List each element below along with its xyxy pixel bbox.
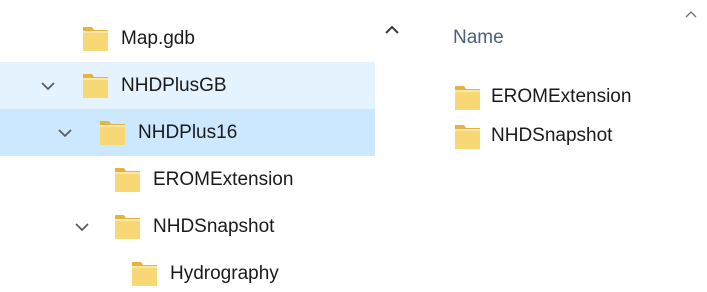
tree-item-eromextension[interactable]: EROMExtension: [0, 156, 375, 203]
tree-item-label: Hydrography: [170, 263, 279, 284]
tree-item-label: NHDPlus16: [138, 122, 238, 143]
tree-item-hydrography[interactable]: Hydrography: [0, 250, 375, 292]
folder-icon: [114, 212, 141, 240]
navigation-pane[interactable]: Map.gdb NHDPlusGB NHDPlus16 EROMExtensio…: [0, 0, 375, 292]
folder-icon: [114, 165, 141, 193]
tree-item-label: Map.gdb: [121, 28, 195, 49]
tree-item-label: EROMExtension: [153, 169, 294, 190]
nav-scroll-up-button[interactable]: [381, 20, 403, 40]
folder-icon: [454, 122, 481, 150]
chevron-up-icon: [682, 6, 700, 24]
list-item-eromextension[interactable]: EROMExtension: [454, 80, 704, 114]
chevron-down-icon[interactable]: [38, 76, 58, 96]
chevron-down-icon[interactable]: [55, 123, 75, 143]
list-item-nhdsnapshot[interactable]: NHDSnapshot: [454, 119, 704, 153]
chevron-down-icon[interactable]: [72, 217, 92, 237]
tree-item-nhdplus16[interactable]: NHDPlus16: [0, 109, 375, 156]
file-explorer-window: Map.gdb NHDPlusGB NHDPlus16 EROMExtensio…: [0, 0, 707, 292]
column-header-name[interactable]: Name: [453, 26, 504, 50]
list-item-label: NHDSnapshot: [491, 125, 613, 146]
chevron-up-icon: [381, 20, 403, 40]
folder-icon: [454, 83, 481, 111]
folder-icon: [99, 118, 126, 146]
tree-item-nhdsnapshot[interactable]: NHDSnapshot: [0, 203, 375, 250]
folder-icon: [131, 259, 158, 287]
tree-item-map-gdb[interactable]: Map.gdb: [0, 15, 375, 62]
content-sort-indicator[interactable]: [682, 6, 700, 24]
tree-item-nhdplusgb[interactable]: NHDPlusGB: [0, 62, 375, 109]
tree-item-label: NHDSnapshot: [153, 216, 275, 237]
folder-icon: [82, 24, 109, 52]
list-item-label: EROMExtension: [491, 86, 632, 107]
content-pane[interactable]: Name EROMExtension NHDSnapshot: [410, 0, 707, 292]
tree-item-label: NHDPlusGB: [121, 75, 227, 96]
folder-icon: [82, 71, 109, 99]
